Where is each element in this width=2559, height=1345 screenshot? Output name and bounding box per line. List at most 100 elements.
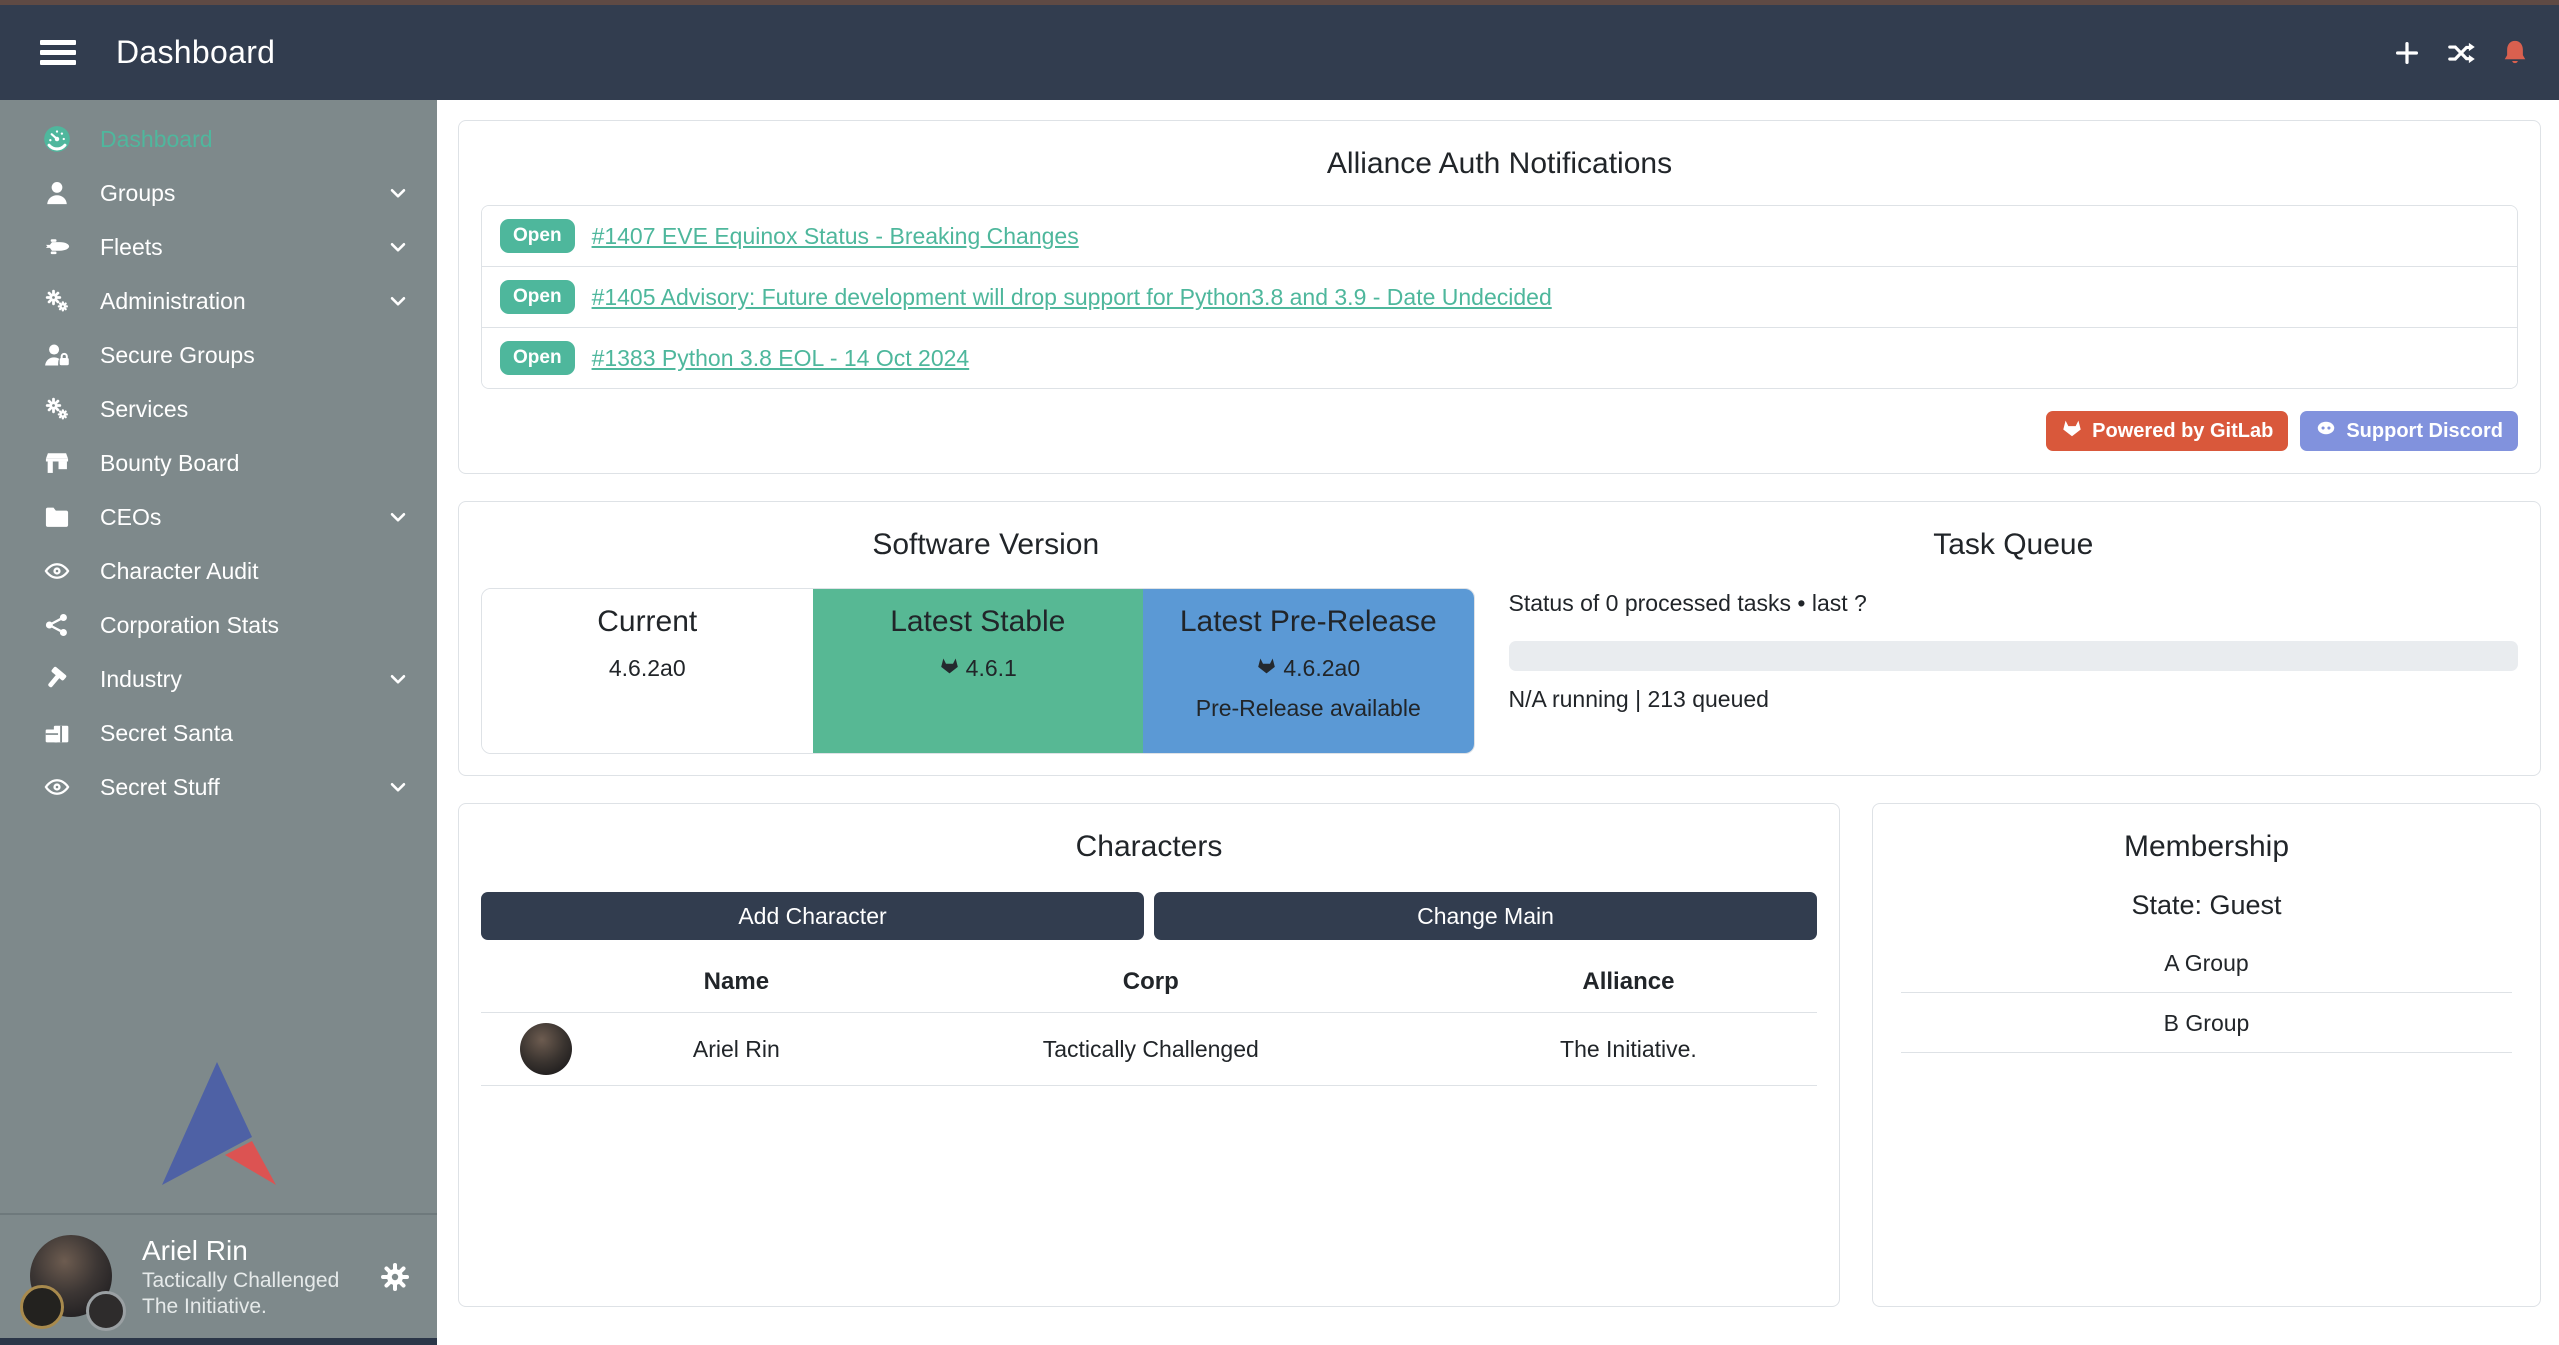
chevron-down-icon (385, 666, 411, 692)
sidebar-item-label: Services (100, 396, 188, 423)
status-badge: Open (500, 280, 575, 314)
version-column-latest-pre-release: Latest Pre-Release4.6.2a0Pre-Release ava… (1143, 589, 1474, 753)
change-main-button[interactable]: Change Main (1154, 892, 1817, 940)
top-navbar: Dashboard (0, 5, 2559, 100)
table-row: Ariel RinTactically ChallengedThe Initia… (481, 1013, 1817, 1086)
alliance-column-header: Alliance (1440, 952, 1817, 1013)
sidebar-item-label: CEOs (100, 504, 161, 531)
sidebar-item-label: Secure Groups (100, 342, 255, 369)
layout: Dashboard Groups Fleets Administration Secur… (0, 100, 2559, 1345)
character-corp-cell: Tactically Challenged (862, 1013, 1440, 1086)
badge-label: Powered by GitLab (2092, 420, 2273, 443)
task-queue-title: Task Queue (1509, 528, 2519, 562)
gitlab-tanuki-icon (939, 655, 960, 682)
notification-link[interactable]: #1405 Advisory: Future development will … (592, 284, 1552, 311)
bell-icon[interactable] (2499, 37, 2531, 69)
sidebar-item-character-audit[interactable]: Character Audit (0, 544, 437, 598)
characters-actions: Add Character Change Main (481, 892, 1817, 940)
navbar-actions (2391, 37, 2531, 69)
sidebar-item-label: Groups (100, 180, 175, 207)
character-avatar-cell (481, 1013, 611, 1086)
software-version-title: Software Version (481, 528, 1491, 562)
alliance-logo-badge (86, 1291, 126, 1331)
folder-icon (40, 503, 74, 531)
shuttle-icon (40, 233, 74, 261)
version-value: 4.6.2a0 (1143, 655, 1474, 682)
characters-table: Name Corp Alliance Ariel RinTactically C… (481, 952, 1817, 1086)
software-version-box: Current4.6.2a0Latest Stable4.6.1Latest P… (481, 588, 1475, 754)
user-panel: Ariel Rin Tactically Challenged The Init… (0, 1215, 437, 1338)
hammer-icon (40, 665, 74, 693)
user-settings-gear-icon[interactable] (379, 1261, 411, 1293)
notification-row: Open#1383 Python 3.8 EOL - 14 Oct 2024 (482, 327, 2517, 388)
characters-title: Characters (481, 830, 1817, 864)
version-number: 4.6.2a0 (1283, 655, 1360, 682)
sidebar-item-industry[interactable]: Industry (0, 652, 437, 706)
status-card: Software Version Current4.6.2a0Latest St… (458, 501, 2541, 776)
membership-title: Membership (1895, 830, 2518, 864)
sidebar-item-label: Secret Santa (100, 720, 233, 747)
support-discord-badge[interactable]: Support Discord (2300, 411, 2518, 451)
add-character-button[interactable]: Add Character (481, 892, 1144, 940)
shuffle-icon[interactable] (2445, 37, 2477, 69)
notification-row: Open #1405 Advisory: Future development w… (482, 266, 2517, 327)
chevron-down-icon (385, 774, 411, 800)
version-column-latest-stable: Latest Stable4.6.1 (813, 589, 1144, 753)
version-value: 4.6.1 (813, 655, 1144, 682)
version-note: Pre-Release available (1143, 695, 1474, 722)
notification-link[interactable]: #1383 Python 3.8 EOL - 14 Oct 2024 (592, 345, 970, 372)
user-corp: Tactically Challenged (142, 1268, 339, 1294)
sidebar-item-label: Dashboard (100, 126, 213, 153)
version-number: 4.6.1 (966, 655, 1017, 682)
eye-icon (40, 557, 74, 585)
task-queue-counts: N/A running | 213 queued (1509, 686, 2519, 713)
sidebar-item-secure-groups[interactable]: Secure Groups (0, 328, 437, 382)
gifts-icon (40, 719, 74, 747)
characters-card: Characters Add Character Change Main Nam… (458, 803, 1840, 1307)
notifications-card: Alliance Auth Notifications Open #1407 EV… (458, 120, 2541, 474)
notification-row: Open#1407 EVE Equinox Status - Breaking … (482, 206, 2517, 266)
gauge-icon (40, 125, 74, 153)
version-column-current: Current4.6.2a0 (482, 589, 813, 753)
notifications-list: Open #1407 EVE Equinox Status - Breaking … (481, 205, 2518, 389)
sidebar-item-administration[interactable]: Administration (0, 274, 437, 328)
sidebar-item-label: Fleets (100, 234, 163, 261)
sidebar-item-dashboard[interactable]: Dashboard (0, 112, 437, 166)
sidebar-spacer (0, 814, 437, 1062)
sidebar-item-corporation-stats[interactable]: Corporation Stats (0, 598, 437, 652)
sidebar-item-fleets[interactable]: Fleets (0, 220, 437, 274)
notification-link[interactable]: #1407 EVE Equinox Status - Breaking Chan… (592, 223, 1079, 250)
user-name: Ariel Rin (142, 1233, 339, 1268)
version-value: 4.6.2a0 (482, 655, 813, 682)
group-row: A Group (1901, 933, 2512, 993)
sidebar-item-services[interactable]: Services (0, 382, 437, 436)
user-lock-icon (40, 341, 74, 369)
name-column-header: Name (611, 952, 862, 1013)
avatar-column-header (481, 952, 611, 1013)
powered-by-gitlab-badge[interactable]: Powered by GitLab (2046, 411, 2288, 451)
sidebar-item-bounty-board[interactable]: Bounty Board (0, 436, 437, 490)
sidebar-item-label: Corporation Stats (100, 612, 279, 639)
corp-logo-badge (20, 1285, 64, 1329)
menu-toggle-icon[interactable] (40, 35, 78, 70)
sidebar-item-label: Bounty Board (100, 450, 239, 477)
task-queue-progress-bar (1509, 641, 2519, 671)
task-queue-status: Status of 0 processed tasks • last ? (1509, 590, 2519, 617)
sidebar-item-ceos[interactable]: CEOs (0, 490, 437, 544)
sidebar-item-label: Industry (100, 666, 182, 693)
sidebar-item-secret-stuff[interactable]: Secret Stuff (0, 760, 437, 814)
user-icon (40, 179, 74, 207)
sidebar-item-groups[interactable]: Groups (0, 166, 437, 220)
chevron-down-icon (385, 180, 411, 206)
gears-icon (40, 395, 74, 423)
discord-icon (2315, 417, 2337, 445)
notifications-title: Alliance Auth Notifications (481, 147, 2518, 181)
bottom-row: Characters Add Character Change Main Nam… (458, 803, 2541, 1307)
membership-card: Membership State: Guest A GroupB Group (1872, 803, 2541, 1307)
plus-icon[interactable] (2391, 37, 2423, 69)
user-alliance: The Initiative. (142, 1294, 339, 1320)
sidebar-item-secret-santa[interactable]: Secret Santa (0, 706, 437, 760)
software-version-section: Software Version Current4.6.2a0Latest St… (481, 522, 1491, 755)
corp-column-header: Corp (862, 952, 1440, 1013)
sidebar-bottom-strip (0, 1338, 437, 1345)
